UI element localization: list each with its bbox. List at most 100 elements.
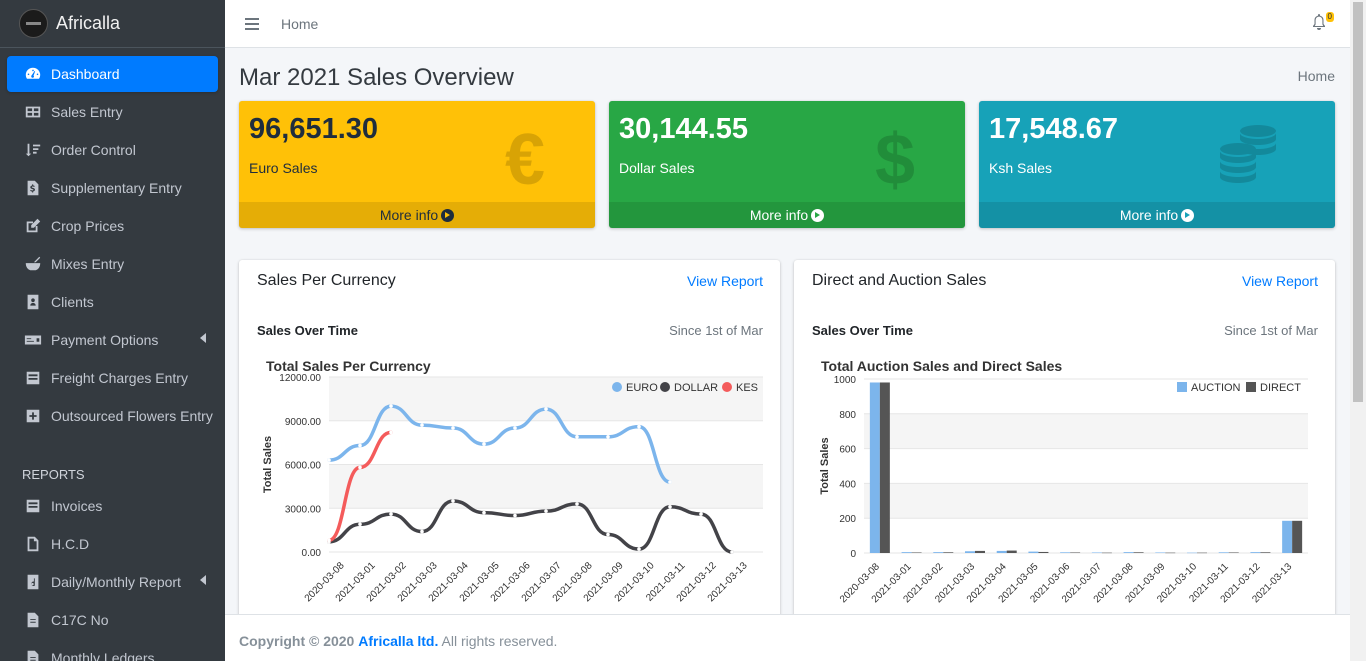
chevron-left-icon bbox=[200, 333, 206, 343]
notification-badge: 0 bbox=[1325, 12, 1334, 22]
more-info-link[interactable]: More info bbox=[609, 202, 965, 228]
data-point bbox=[668, 480, 672, 484]
stat-value: 17,548.67 bbox=[989, 113, 1119, 145]
sidebar-item-outsourced-flowers-entry[interactable]: Outsourced Flowers Entry bbox=[7, 398, 218, 434]
legend-marker bbox=[1177, 382, 1187, 392]
sidebar-item-daily-monthly-report[interactable]: Daily/Monthly Report bbox=[7, 564, 218, 600]
bar-auction bbox=[1187, 552, 1197, 554]
bar-auction bbox=[1123, 552, 1134, 553]
mortar-icon bbox=[23, 254, 43, 274]
more-info-link[interactable]: More info bbox=[239, 202, 595, 228]
sidebar-item-dashboard[interactable]: Dashboard bbox=[7, 56, 218, 92]
sidebar-item-order-control[interactable]: Order Control bbox=[7, 132, 218, 168]
bar-direct bbox=[1197, 552, 1207, 554]
sidebar-item-mixes-entry[interactable]: Mixes Entry bbox=[7, 246, 218, 282]
sidebar-item-sales-entry[interactable]: Sales Entry bbox=[7, 94, 218, 130]
bar-direct bbox=[975, 550, 985, 553]
breadcrumb[interactable]: Home bbox=[1298, 68, 1335, 84]
notification-button[interactable]: 0 bbox=[1312, 12, 1334, 32]
money-check-icon bbox=[23, 330, 43, 350]
stat-label: Ksh Sales bbox=[989, 160, 1053, 176]
more-info-link[interactable]: More info bbox=[979, 202, 1335, 228]
sidebar-item-label: Crop Prices bbox=[51, 218, 125, 234]
y-tick-label: 800 bbox=[839, 410, 856, 421]
view-report-link[interactable]: View Report bbox=[1242, 273, 1318, 289]
data-point bbox=[637, 547, 641, 551]
file-dollar-icon bbox=[23, 178, 43, 198]
data-point bbox=[358, 465, 362, 470]
sidebar-item-label: C17C No bbox=[51, 612, 109, 628]
data-point bbox=[668, 504, 672, 509]
legend-label: DOLLAR bbox=[674, 382, 718, 394]
y-tick-label: 0 bbox=[850, 549, 856, 560]
sidebar-item-clients[interactable]: Clients bbox=[7, 284, 218, 320]
data-point bbox=[730, 550, 734, 554]
y-tick-label: 400 bbox=[839, 479, 856, 490]
data-point bbox=[575, 434, 579, 439]
card-since: Since 1st of Mar bbox=[1224, 323, 1318, 338]
brand-name: Africalla bbox=[56, 13, 121, 33]
legend-label: EURO bbox=[626, 382, 658, 394]
y-tick-label: 1000 bbox=[834, 375, 857, 386]
sidebar-item-payment-options[interactable]: Payment Options bbox=[7, 322, 218, 358]
brand[interactable]: Africalla bbox=[0, 0, 225, 48]
table-icon bbox=[23, 102, 43, 122]
y-tick-label: 3000.00 bbox=[285, 504, 322, 515]
data-point bbox=[544, 509, 548, 513]
view-report-link[interactable]: View Report bbox=[687, 273, 763, 289]
bar-direct bbox=[1260, 552, 1271, 553]
stat-value: 96,651.30 bbox=[249, 113, 379, 145]
plus-square-icon bbox=[23, 406, 43, 426]
bar-auction bbox=[996, 550, 1007, 553]
sidebar-item-supplementary-entry[interactable]: Supplementary Entry bbox=[7, 170, 218, 206]
legend-label: DIRECT bbox=[1260, 382, 1301, 394]
legend-marker bbox=[1246, 382, 1256, 392]
legend-marker bbox=[660, 382, 670, 392]
y-axis-label: Total Sales bbox=[819, 437, 831, 494]
sidebar-item-hcd[interactable]: H.C.D bbox=[7, 526, 218, 562]
sidebar-item-crop-prices[interactable]: Crop Prices bbox=[7, 208, 218, 244]
bar-direct bbox=[1228, 552, 1239, 553]
y-tick-label: 9000.00 bbox=[285, 417, 322, 428]
bar-auction bbox=[965, 551, 975, 553]
data-point bbox=[358, 522, 362, 527]
arrow-circle-right-icon bbox=[1181, 209, 1195, 222]
scrollbar-thumb[interactable] bbox=[1353, 2, 1363, 402]
sidebar-item-label: Clients bbox=[51, 294, 94, 310]
bar-direct bbox=[1165, 552, 1176, 554]
y-tick-label: 12000.00 bbox=[279, 373, 321, 384]
top-home-link[interactable]: Home bbox=[281, 16, 318, 32]
data-point bbox=[575, 502, 579, 506]
data-point bbox=[327, 538, 331, 543]
card-since: Since 1st of Mar bbox=[669, 323, 763, 338]
chart-title: Total Sales Per Currency bbox=[266, 358, 431, 374]
bar-auction bbox=[869, 382, 880, 553]
arrow-circle-right-icon bbox=[441, 209, 455, 222]
stat-label: Dollar Sales bbox=[619, 160, 695, 176]
menu-toggle-icon[interactable] bbox=[245, 17, 259, 30]
reports-header: REPORTS bbox=[22, 467, 85, 482]
data-point bbox=[358, 443, 362, 448]
data-point bbox=[637, 424, 641, 429]
file-text-icon bbox=[23, 648, 43, 661]
stat-value: 30,144.55 bbox=[619, 113, 749, 145]
sidebar-item-monthly-ledgers[interactable]: Monthly Ledgers bbox=[7, 640, 218, 661]
company-link[interactable]: Africalla ltd. bbox=[358, 633, 438, 649]
bar-direct bbox=[1133, 552, 1144, 553]
bar-direct bbox=[879, 382, 890, 553]
sidebar-item-label: Mixes Entry bbox=[51, 256, 125, 272]
sidebar-item-invoices[interactable]: Invoices bbox=[7, 488, 218, 524]
bar-direct bbox=[1292, 520, 1303, 553]
y-tick-label: 200 bbox=[839, 514, 856, 525]
coins-icon bbox=[1220, 125, 1276, 183]
data-point bbox=[451, 499, 455, 503]
sidebar-item-freight-charges-entry[interactable]: Freight Charges Entry bbox=[7, 360, 218, 396]
stat-label: Euro Sales bbox=[249, 160, 318, 176]
file-text-icon bbox=[23, 610, 43, 630]
page-scrollbar[interactable] bbox=[1350, 0, 1366, 661]
sidebar-item-label: Dashboard bbox=[51, 66, 120, 82]
sidebar-item-c17c-no[interactable]: C17C No bbox=[7, 602, 218, 638]
dollar-icon: $ bbox=[874, 120, 915, 200]
sidebar-item-label: Monthly Ledgers bbox=[51, 650, 155, 661]
card-title: Sales Per Currency bbox=[257, 272, 396, 289]
